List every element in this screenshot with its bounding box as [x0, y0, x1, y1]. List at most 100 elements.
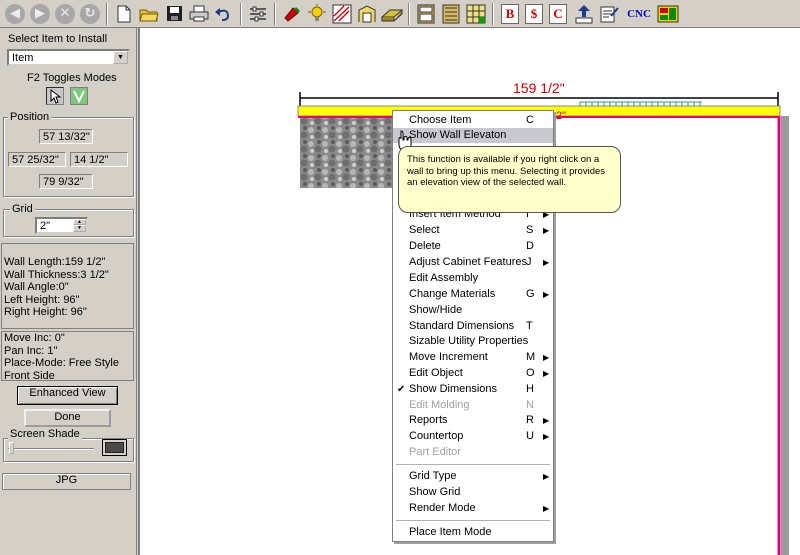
save-icon[interactable] — [162, 2, 186, 25]
submenu-arrow-icon: ▶ — [543, 432, 550, 441]
toolbar-separator — [492, 3, 494, 25]
submenu-arrow-icon: ▶ — [543, 353, 550, 362]
shade-slider-handle[interactable] — [9, 442, 14, 454]
grid-spinner[interactable]: 2" ▲ ▼ — [35, 217, 88, 234]
export-icon[interactable] — [572, 2, 596, 25]
submenu-arrow-icon: ▶ — [543, 504, 550, 513]
menu-item-show-wall-elevation[interactable]: Show Wall Elevaton — [393, 128, 553, 143]
menu-item-edit-assembly[interactable]: Edit Assembly — [393, 271, 553, 286]
pan-inc-text: Pan Inc: 1" — [4, 344, 58, 357]
cabinet-alt-icon[interactable] — [439, 2, 463, 25]
move-inc-text: Move Inc: 0" — [4, 332, 65, 344]
position-bottom-field[interactable]: 79 9/32" — [39, 174, 93, 189]
menu-item-delete[interactable]: Delete D — [393, 239, 553, 254]
wall-icon[interactable] — [355, 2, 379, 25]
print-icon[interactable] — [187, 2, 211, 25]
back-arrow-icon[interactable]: ◀ — [3, 2, 27, 25]
drawing-icon[interactable] — [330, 2, 354, 25]
position-right-field[interactable]: 14 1/2" — [70, 152, 128, 167]
menu-item-show-grid[interactable]: Show Grid — [393, 485, 553, 500]
cnc-icon[interactable]: CNC — [624, 2, 654, 25]
done-button[interactable]: Done — [24, 409, 111, 427]
wall-info-list: Wall Length:159 1/2" Wall Thickness:3 1/… — [4, 256, 109, 319]
check-mode-button[interactable] — [70, 87, 88, 105]
wall-length-text: Wall Length:159 1/2" — [4, 256, 106, 268]
menu-item-part-editor: Part Editor — [409, 446, 461, 458]
menu-item-edit-molding: Edit Molding N — [409, 399, 534, 411]
submenu-arrow-icon: ▶ — [543, 472, 550, 481]
left-height-text: Left Height: 96" — [4, 293, 80, 306]
stop-icon[interactable]: ✕ — [53, 2, 77, 25]
select-item-label: Select Item to Install — [8, 33, 108, 45]
submenu-arrow-icon: ▶ — [543, 369, 550, 378]
paint-icon[interactable] — [280, 2, 304, 25]
menu-item-place-item-mode[interactable]: Place Item Mode — [393, 525, 553, 540]
forward-arrow-icon[interactable]: ▶ — [28, 2, 52, 25]
menu-separator — [396, 520, 550, 521]
toolbar-separator — [240, 3, 242, 25]
move-info-panel: Move Inc: 0" Pan Inc: 1" Place-Mode: Fre… — [1, 331, 134, 382]
grid-group-title: Grid — [10, 203, 35, 215]
menu-item-show-dimensions[interactable]: ✔ Show Dimensions H — [393, 382, 553, 397]
menu-separator — [396, 464, 550, 465]
wall-angle-text: Wall Angle:0" — [4, 281, 69, 293]
toolbar-separator — [106, 3, 108, 25]
grid-value: 2" — [40, 220, 51, 232]
checkmark-icon: ✔ — [397, 384, 406, 395]
item-combo-value: Item — [12, 52, 34, 64]
menu-item-change-materials[interactable]: Change Materials G ▶ — [393, 287, 553, 302]
layout-icon[interactable] — [656, 2, 680, 25]
item-combo[interactable]: Item ▼ — [7, 49, 130, 66]
toolbar-separator — [408, 3, 410, 25]
left-panel: Select Item to Install Item ▼ F2 Toggles… — [0, 28, 137, 555]
pointer-mode-button[interactable] — [46, 87, 64, 105]
light-icon[interactable] — [305, 2, 329, 25]
menu-item-render-mode[interactable]: Render Mode ▶ — [393, 501, 553, 516]
place-mode-text: Place-Mode: Free Style — [4, 357, 119, 369]
right-height-text: Right Height: 96" — [4, 306, 87, 318]
grid-sheet-icon[interactable] — [464, 2, 488, 25]
menu-item-choose-item[interactable]: Choose Item C — [393, 113, 553, 128]
position-top-field[interactable]: 57 13/32" — [39, 129, 93, 144]
edit-note-icon[interactable] — [597, 2, 621, 25]
shade-slider-track[interactable] — [8, 448, 94, 450]
screen-shade-label: Screen Shade — [8, 428, 82, 440]
refresh-icon[interactable]: ↻ — [78, 2, 102, 25]
chevron-down-icon[interactable]: ▼ — [113, 51, 128, 64]
toolbar-separator — [274, 3, 276, 25]
menu-item-show-hide[interactable]: Show/Hide — [393, 303, 553, 318]
report-b-icon[interactable]: B — [498, 2, 522, 25]
menu-item-reports[interactable]: Reports R ▶ — [393, 413, 553, 428]
open-folder-icon[interactable] — [137, 2, 161, 25]
enhanced-view-button[interactable]: Enhanced View — [17, 386, 118, 405]
position-left-field[interactable]: 57 25/32" — [8, 152, 66, 167]
shade-color-button[interactable] — [102, 439, 127, 456]
menu-item-edit-object[interactable]: Edit Object O ▶ — [393, 366, 553, 381]
new-file-icon[interactable] — [112, 2, 136, 25]
jpg-button[interactable]: JPG — [2, 473, 131, 490]
move-info-list: Move Inc: 0" Pan Inc: 1" Place-Mode: Fre… — [4, 332, 119, 382]
main-toolbar: ◀ ▶ ✕ ↻ B $ C CNC — [0, 0, 800, 28]
help-tooltip: This function is available if you right … — [398, 146, 621, 213]
submenu-arrow-icon: ▶ — [543, 226, 550, 235]
cabinet-icon[interactable] — [414, 2, 438, 25]
settings-list-icon[interactable] — [246, 2, 270, 25]
menu-item-sizable-utility-properties[interactable]: Sizable Utility Properties — [393, 334, 553, 349]
floor-icon[interactable] — [380, 2, 404, 25]
submenu-arrow-icon: ▶ — [543, 258, 550, 267]
front-side-text: Front Side — [4, 369, 55, 382]
wall-info-panel: Wall Length:159 1/2" Wall Thickness:3 1/… — [1, 243, 134, 329]
undo-icon[interactable] — [211, 2, 235, 25]
submenu-arrow-icon: ▶ — [543, 290, 550, 299]
menu-item-standard-dimensions[interactable]: Standard Dimensions T — [393, 319, 553, 334]
menu-item-countertop[interactable]: Countertop U ▶ — [393, 429, 553, 444]
partial-dimension-label: 2" — [556, 110, 567, 122]
wall-thickness-text: Wall Thickness:3 1/2" — [4, 268, 109, 281]
report-c-icon[interactable]: C — [546, 2, 570, 25]
menu-item-select[interactable]: Select S ▶ — [393, 223, 553, 238]
menu-item-adjust-cabinet-features[interactable]: Adjust Cabinet Features J ▶ — [393, 255, 553, 270]
spin-down-icon[interactable]: ▼ — [73, 225, 86, 232]
menu-item-grid-type[interactable]: Grid Type ▶ — [393, 469, 553, 484]
menu-item-move-increment[interactable]: Move Increment M ▶ — [393, 350, 553, 365]
report-dollar-icon[interactable]: $ — [522, 2, 546, 25]
